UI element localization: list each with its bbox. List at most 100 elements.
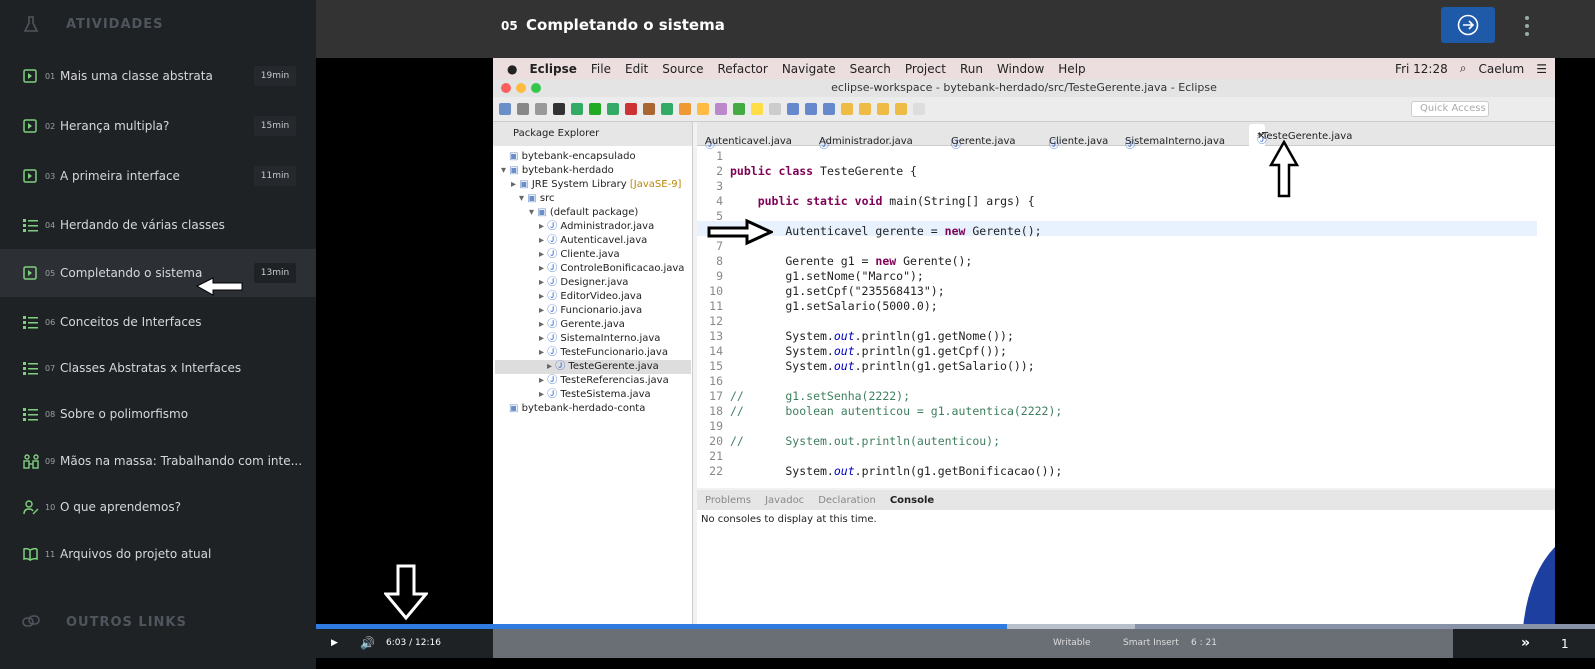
user-name: Caelum — [1478, 61, 1525, 76]
lesson-header: 05 Completando o sistema — [316, 0, 1595, 58]
apple-icon: ● — [507, 61, 518, 76]
activity-label: Mãos na massa: Trabalhando com inte... — [60, 454, 303, 468]
toolbar-button-icon — [571, 103, 583, 115]
activity-item[interactable]: 05 Completando o sistema 13min — [0, 249, 316, 297]
activity-item[interactable]: 11 Arquivos do projeto atual — [0, 530, 316, 578]
tree-label: (default package) — [549, 207, 639, 218]
activity-item[interactable]: 08 Sobre o polimorfismo — [0, 390, 316, 438]
activity-item[interactable]: 07 Classes Abstratas x Interfaces — [0, 344, 316, 392]
package-icon: ▣ — [537, 207, 547, 218]
duration-badge: 19min — [254, 66, 296, 86]
java-file-icon: Ⓙ — [547, 249, 558, 260]
activity-item[interactable]: 06 Conceitos de Interfaces — [0, 298, 316, 346]
status-insert-mode: Smart Insert — [1123, 638, 1179, 648]
player-controls: ▶ 🔊 6:03 / 12:16 Writable Smart Insert 6… — [316, 629, 1595, 658]
toolbar-button-icon — [661, 103, 673, 115]
jre-version: [JavaSE-9] — [629, 179, 682, 190]
line-number: 8 — [716, 254, 723, 268]
close-tab-icon: ✕ — [1257, 131, 1266, 142]
window-title: eclipse-workspace - bytebank-herdado/src… — [831, 81, 1217, 94]
more-options-button[interactable] — [1523, 16, 1531, 36]
package-explorer: Package Explorer ▣ bytebank-encapsulado ▾… — [493, 122, 693, 628]
menu-file: File — [590, 61, 611, 76]
code-line: public static void main(String[] args) { — [757, 194, 1035, 208]
activity-item[interactable]: 09 Mãos na massa: Trabalhando com inte... — [0, 437, 316, 485]
toolbar-button-icon — [895, 103, 907, 115]
activity-item[interactable]: 01 Mais uma classe abstrata 19min — [0, 52, 316, 100]
src-folder-icon: ▣ — [527, 193, 537, 204]
video-icon — [23, 68, 39, 84]
toolbar-button-icon — [823, 103, 835, 115]
tree-item: ▣ bytebank-encapsulado — [509, 150, 636, 164]
duration-badge: 13min — [254, 263, 296, 283]
tree-label: Designer.java — [560, 277, 629, 288]
list-icon — [23, 406, 39, 422]
menu-project: Project — [904, 61, 946, 76]
java-file-icon: Ⓙ — [555, 361, 566, 372]
activity-number: 06 — [45, 317, 56, 327]
toolbar-button-icon — [715, 103, 727, 115]
project-icon: ▣ — [509, 165, 519, 176]
duration-badge: 11min — [254, 166, 296, 186]
right-arrow-annotation — [707, 218, 773, 246]
tree-item: ▾ ▣ bytebank-herdado — [501, 165, 614, 176]
activity-item[interactable]: 04 Herdando de várias classes — [0, 201, 316, 249]
code-line: // System.out.println(autenticou); — [730, 434, 1001, 448]
activity-item[interactable]: 02 Herança multipla? 15min — [0, 102, 316, 150]
code-line: // boolean autenticou = g1.autentica(222… — [730, 404, 1063, 418]
tree-label: src — [539, 193, 555, 204]
code-line: System.out.println(g1.getSalario()); — [730, 359, 1035, 373]
arrow-right-circle-icon — [1457, 14, 1479, 36]
code-line: System.out.println(g1.getBonificacao()); — [730, 464, 1063, 478]
tree-file-item: ▸ Ⓙ Gerente.java — [539, 319, 625, 330]
video-player[interactable]: ● Eclipse File Edit Source Refactor Navigate S… — [316, 58, 1595, 628]
fast-forward-button[interactable]: » — [1521, 635, 1530, 651]
lesson-number: 05 — [501, 19, 518, 33]
activity-number: 07 — [45, 363, 56, 373]
volume-icon[interactable]: 🔊 — [360, 636, 375, 650]
java-file-icon: Ⓙ — [547, 235, 558, 246]
console-tab-console: Console — [889, 494, 935, 506]
video-icon — [23, 265, 39, 281]
line-number: 17 — [709, 389, 723, 403]
section-title: OUTROS LINKS — [66, 614, 187, 630]
tree-file-item: ▸ Ⓙ Designer.java — [539, 277, 629, 288]
code-line: System.out.println(g1.getNome()); — [730, 329, 1014, 343]
java-file-icon: Ⓙ — [547, 305, 558, 316]
current-time: 6:03 — [386, 638, 407, 648]
activity-item[interactable]: 03 A primeira interface 11min — [0, 152, 316, 200]
toolbar-button-icon — [679, 103, 691, 115]
tree-label: ControleBonificacao.java — [560, 263, 685, 274]
line-number: 1 — [716, 149, 723, 163]
window-titlebar: eclipse-workspace - bytebank-herdado/src… — [493, 79, 1555, 97]
activity-label: Herdando de várias classes — [60, 218, 225, 232]
menu-eclipse: Eclipse — [529, 61, 577, 76]
activity-item[interactable]: 10 O que aprendemos? — [0, 483, 316, 531]
toolbar-button-icon — [643, 103, 655, 115]
toolbar-button-icon — [805, 103, 817, 115]
play-button[interactable]: ▶ — [331, 638, 338, 648]
tree-label: Cliente.java — [560, 249, 620, 260]
code-line: g1.setSalario(5000.0); — [730, 299, 938, 313]
console-panel: Problems Javadoc Declaration Console No con… — [697, 490, 1555, 628]
console-tab-javadoc: Javadoc — [765, 494, 805, 506]
line-number: 13 — [709, 329, 723, 343]
folder-icon: ▣ — [509, 403, 519, 414]
code-line: // g1.setSenha(2222); — [730, 389, 911, 403]
toolbar-button-icon — [733, 103, 745, 115]
next-lesson-button[interactable] — [1441, 7, 1495, 43]
line-number: 19 — [709, 419, 723, 433]
tree-label: Funcionario.java — [560, 305, 643, 316]
toolbar-button-icon — [589, 103, 601, 115]
menu-refactor: Refactor — [717, 61, 768, 76]
total-time: 12:16 — [415, 638, 441, 648]
toolbar-button-icon — [517, 103, 529, 115]
activity-label: Classes Abstratas x Interfaces — [60, 361, 242, 375]
playback-speed[interactable]: 1 — [1561, 637, 1569, 651]
lesson-title: Completando o sistema — [526, 16, 725, 34]
console-message: No consoles to display at this time. — [701, 514, 877, 525]
tree-label: TesteSistema.java — [560, 389, 651, 400]
tree-label: Administrador.java — [560, 221, 655, 232]
duration-badge: 15min — [254, 116, 296, 136]
menu-help: Help — [1058, 61, 1086, 76]
